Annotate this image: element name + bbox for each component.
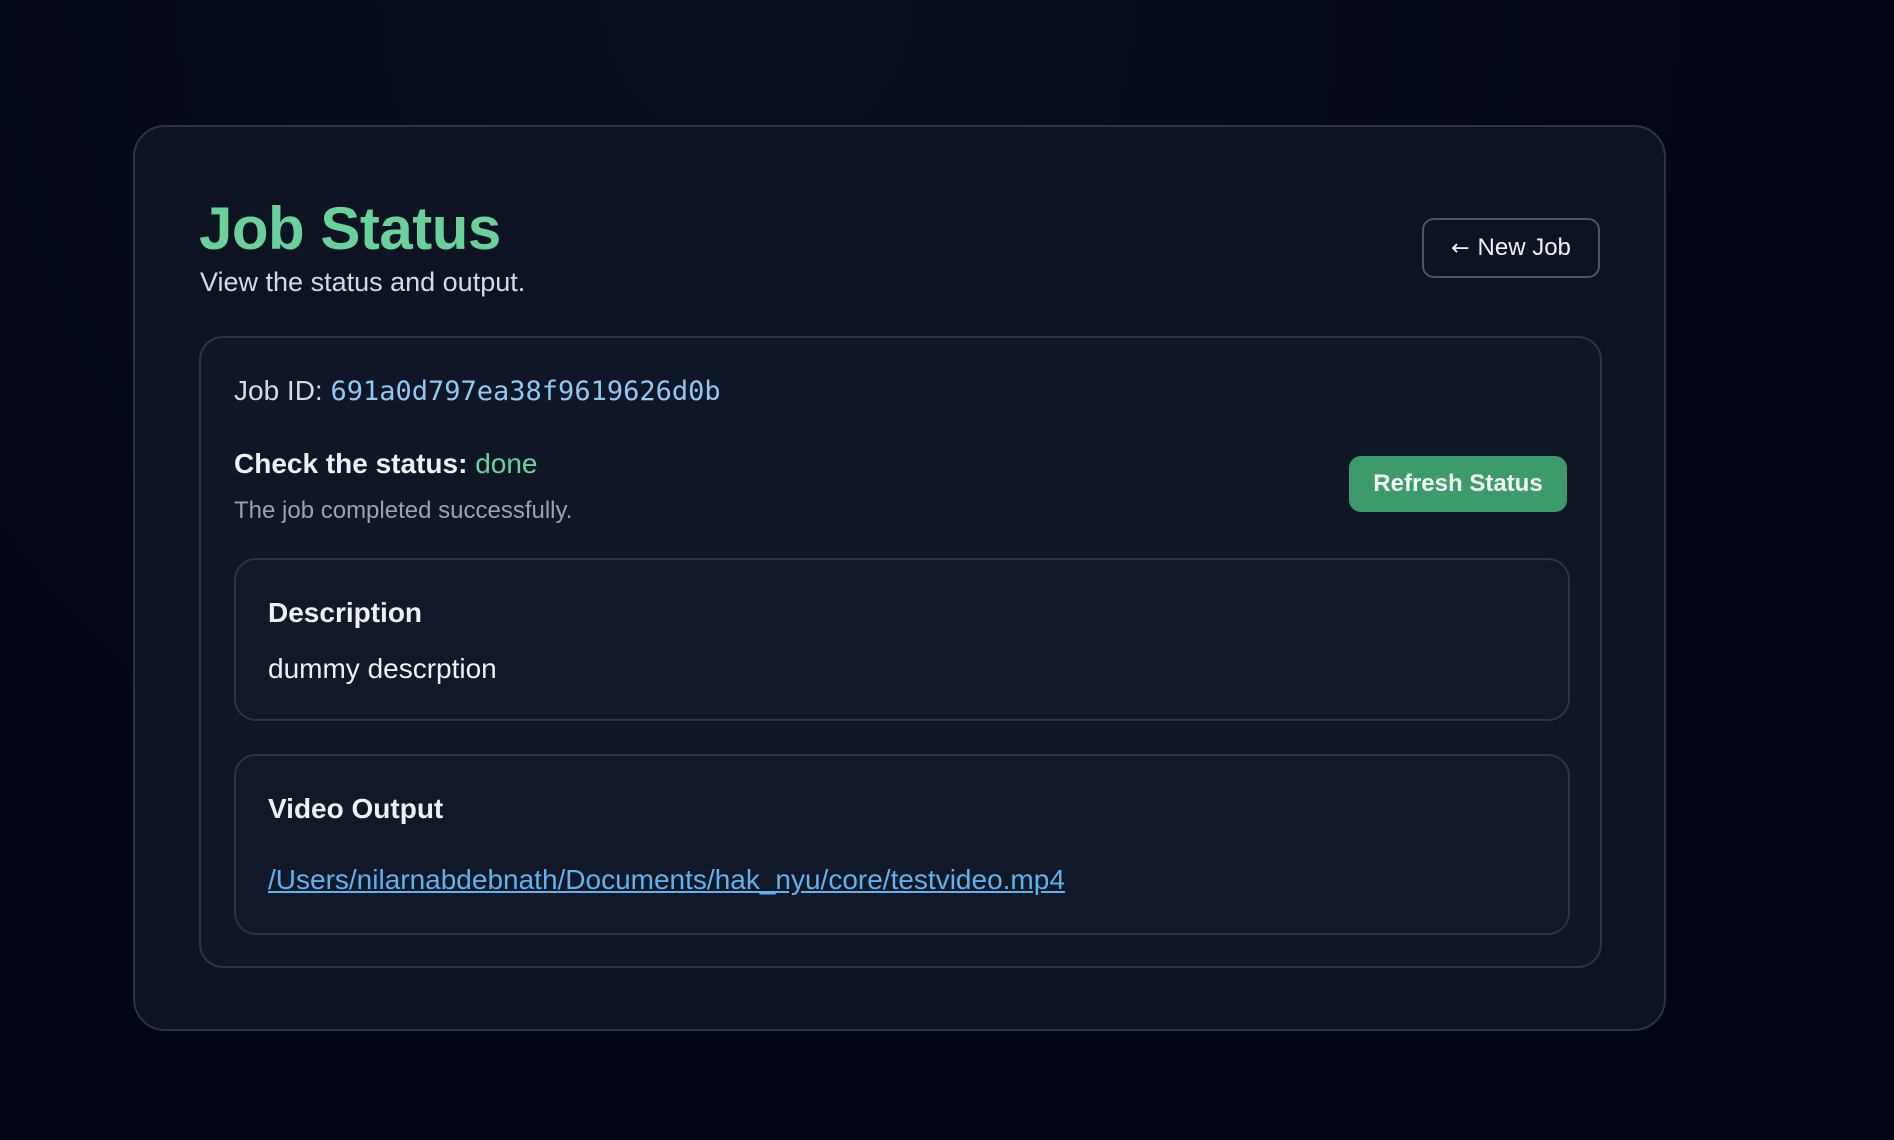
status-note: The job completed successfully. (234, 497, 573, 524)
job-details-panel: Job ID: 691a0d797ea38f9619626d0b Check t… (199, 336, 1602, 968)
page-subtitle: View the status and output. (200, 267, 526, 297)
description-title: Description (268, 597, 423, 628)
status-value: done (475, 448, 538, 479)
page: Job Status View the status and output. ←… (0, 0, 1894, 1140)
job-id-row: Job ID: 691a0d797ea38f9619626d0b (234, 372, 721, 411)
status-row: Check the status: done (234, 445, 537, 483)
new-job-button[interactable]: ← New Job (1422, 218, 1600, 278)
arrow-left-icon: ← (1451, 235, 1470, 261)
video-output-link[interactable]: /Users/nilarnabdebnath/Documents/hak_nyu… (268, 861, 1065, 899)
new-job-label: New Job (1477, 234, 1571, 261)
page-title: Job Status (199, 195, 501, 262)
description-text: dummy descrption (268, 653, 497, 684)
job-id-value: 691a0d797ea38f9619626d0b (330, 376, 721, 407)
job-status-card: Job Status View the status and output. ←… (133, 125, 1666, 1031)
job-id-label: Job ID: (234, 375, 323, 406)
status-label: Check the status: (234, 448, 468, 479)
description-section: Description dummy descrption (234, 558, 1570, 721)
refresh-status-button[interactable]: Refresh Status (1349, 456, 1567, 512)
video-output-section: Video Output /Users/nilarnabdebnath/Docu… (234, 754, 1570, 935)
video-output-title: Video Output (268, 793, 444, 824)
